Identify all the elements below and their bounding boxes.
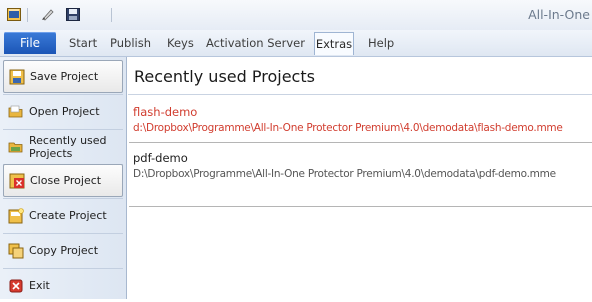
open-folder-icon [8, 104, 24, 120]
tab-start[interactable]: Start [69, 36, 97, 50]
exit-icon [8, 278, 24, 294]
tab-extras[interactable]: Extras [314, 32, 354, 55]
close-project-button[interactable]: Close Project [3, 164, 123, 197]
list-divider [129, 142, 592, 143]
recently-used-projects-label: Recently used Projects [29, 133, 107, 160]
open-project-label: Open Project [29, 105, 100, 118]
copy-project-button[interactable]: Copy Project [3, 234, 123, 267]
open-project-button[interactable]: Open Project [3, 95, 123, 128]
title-divider [128, 94, 592, 95]
title-bar: All-In-One [0, 0, 592, 30]
create-project-label: Create Project [29, 209, 107, 222]
tab-activation-server[interactable]: Activation Server [206, 36, 305, 50]
recent-folder-icon [8, 139, 24, 155]
toolbar-separator [27, 7, 29, 22]
project-name: pdf-demo [133, 151, 188, 165]
edit-icon[interactable] [41, 8, 55, 21]
close-project-icon [9, 173, 25, 189]
list-divider [129, 206, 592, 207]
project-path: d:\Dropbox\Programme\All-In-One Protecto… [133, 122, 563, 134]
exit-button[interactable]: Exit [3, 269, 123, 302]
recent-project-item[interactable]: pdf-demo D:\Dropbox\Programme\All-In-One… [129, 146, 592, 188]
project-path: D:\Dropbox\Programme\All-In-One Protecto… [133, 168, 556, 180]
save-project-icon [9, 69, 25, 85]
create-project-icon [8, 207, 24, 224]
recently-used-projects-button[interactable]: Recently used Projects [3, 130, 123, 163]
recent-project-item[interactable]: flash-demo d:\Dropbox\Programme\All-In-O… [129, 100, 592, 142]
close-project-label: Close Project [30, 174, 102, 187]
save-icon[interactable] [66, 8, 80, 21]
tab-publish[interactable]: Publish [110, 36, 151, 50]
copy-project-label: Copy Project [29, 244, 99, 257]
page-title: Recently used Projects [134, 67, 315, 86]
tab-help[interactable]: Help [368, 36, 394, 50]
app-menu-icon[interactable] [7, 8, 21, 21]
save-project-button[interactable]: Save Project [3, 60, 123, 93]
save-project-label: Save Project [30, 70, 99, 83]
project-name: flash-demo [133, 105, 198, 119]
toolbar-separator [111, 7, 113, 22]
exit-label: Exit [29, 279, 50, 292]
file-tab[interactable]: File [4, 32, 56, 54]
copy-project-icon [8, 243, 24, 259]
backstage-sidebar: Save Project Open Project Recently used … [0, 57, 127, 299]
create-project-button[interactable]: Create Project [3, 199, 123, 232]
tab-keys[interactable]: Keys [167, 36, 194, 50]
ribbon-tab-bar: File Start Publish Keys Activation Serve… [0, 30, 592, 57]
window-title: All-In-One [528, 7, 590, 22]
